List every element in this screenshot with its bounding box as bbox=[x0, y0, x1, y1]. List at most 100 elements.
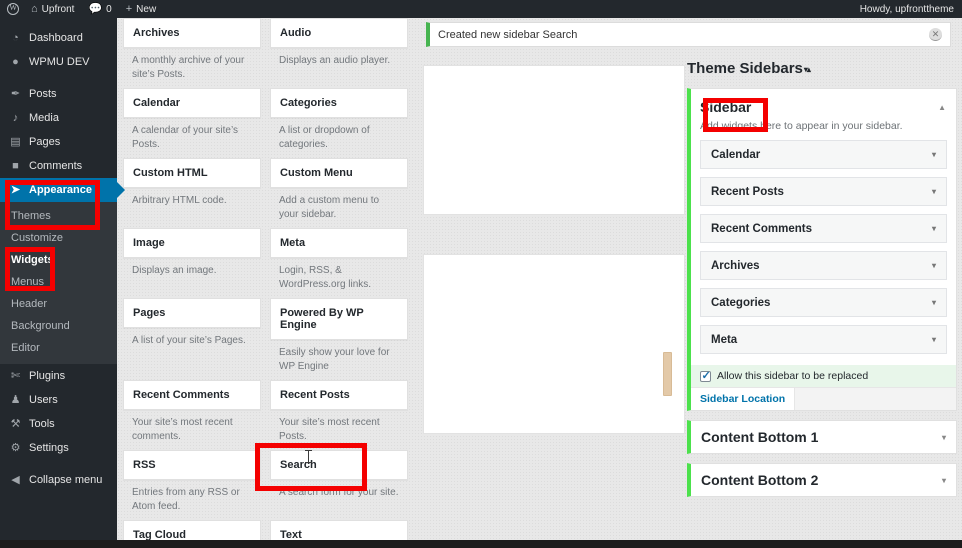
media-icon: ♪ bbox=[12, 111, 19, 124]
chevron-down-icon[interactable]: ▾ bbox=[932, 187, 936, 196]
allow-replace-checkbox[interactable] bbox=[700, 369, 711, 382]
sidebar-item-label: Plugins bbox=[29, 370, 66, 382]
admin-sidebar-menu: ◔ Dashboard ● WPMU DEV ✒ Posts ♪ Media ▤ Pages ■ Co… bbox=[0, 18, 125, 548]
sidebar-item-wpmu-dev[interactable]: ● WPMU DEV bbox=[0, 50, 117, 74]
sidebar-item-tools[interactable]: ⚒ Tools bbox=[0, 412, 117, 436]
widget-card-recent-comments[interactable]: Recent Comments bbox=[123, 380, 261, 410]
site-name-button[interactable]: ⌂ Upfront bbox=[24, 0, 81, 18]
widget-description: Login, RSS, & WordPress.org links. bbox=[279, 265, 372, 290]
empty-panel-2 bbox=[423, 254, 685, 434]
new-content-button[interactable]: + New bbox=[119, 0, 163, 18]
comments-count: 0 bbox=[106, 3, 112, 15]
panel-scrollbar-thumb[interactable] bbox=[663, 352, 672, 396]
submenu-item-background[interactable]: Background bbox=[0, 315, 117, 337]
widget-description: A calendar of your site’s Posts. bbox=[132, 125, 238, 150]
available-widget: RSS Entries from any RSS or Atom feed. bbox=[123, 450, 261, 520]
comments-button[interactable]: 💬 0 bbox=[81, 0, 118, 18]
widget-card-meta[interactable]: Meta bbox=[270, 228, 408, 258]
assigned-widget-label: Archives bbox=[711, 259, 760, 272]
assigned-widget-meta[interactable]: Meta ▾ bbox=[700, 325, 947, 354]
available-widget: Image Displays an image. bbox=[123, 228, 261, 298]
sidebar-item-posts[interactable]: ✒ Posts bbox=[0, 82, 117, 106]
sidebar-panel-title: Content Bottom 2 bbox=[701, 472, 819, 488]
chevron-down-icon[interactable]: ▾ bbox=[932, 261, 936, 270]
sidebar-item-plugins[interactable]: ✄ Plugins bbox=[0, 364, 117, 388]
chevron-down-icon[interactable]: ▾ bbox=[942, 476, 946, 485]
admin-menu-primary: ◔ Dashboard ● WPMU DEV ✒ Posts ♪ Media ▤ Pages ■ Co… bbox=[0, 26, 125, 202]
widget-card-calendar[interactable]: Calendar bbox=[123, 88, 261, 118]
admin-notice: Created new sidebar Search ✕ bbox=[426, 22, 951, 47]
available-widget: Recent Comments Your site’s most recent c… bbox=[123, 380, 261, 450]
close-icon[interactable]: ✕ bbox=[929, 28, 942, 41]
widget-card-powered-by-wp-engine[interactable]: Powered By WP Engine bbox=[270, 298, 408, 340]
sidebar-item-label: Collapse menu bbox=[29, 474, 103, 486]
howdy-account-menu[interactable]: Howdy, upfronttheme bbox=[860, 4, 962, 15]
submenu-item-label: Widgets bbox=[11, 254, 54, 266]
settings-icon: ⚙ bbox=[10, 441, 21, 454]
sidebar-item-users[interactable]: ♟ Users bbox=[0, 388, 117, 412]
widget-card-archives[interactable]: Archives bbox=[123, 18, 261, 48]
caret-up-icon[interactable]: ▲ bbox=[938, 103, 946, 112]
submenu-item-widgets[interactable]: Widgets bbox=[0, 249, 117, 271]
theme-sidebars-section: Theme Sidebars ▾▴ Sidebar ▲ Add widgets … bbox=[687, 60, 957, 497]
assigned-widget-recent-posts[interactable]: Recent Posts ▾ bbox=[700, 177, 947, 206]
widget-description: Your site’s most recent Posts. bbox=[279, 417, 380, 442]
assigned-widget-label: Recent Comments bbox=[711, 222, 812, 235]
chevron-down-icon[interactable]: ▾ bbox=[932, 335, 936, 344]
tab-sidebar-location[interactable]: Sidebar Location bbox=[691, 388, 796, 410]
widget-card-image[interactable]: Image bbox=[123, 228, 261, 258]
menu-spacer bbox=[0, 74, 117, 82]
wrench-icon: ⚒ bbox=[10, 417, 21, 430]
sidebar-item-media[interactable]: ♪ Media bbox=[0, 106, 117, 130]
assigned-widget-label: Categories bbox=[711, 296, 771, 309]
sidebar-item-label: Comments bbox=[29, 160, 83, 172]
submenu-item-label: Background bbox=[11, 320, 70, 332]
available-widget: Pages A list of your site’s Pages. bbox=[123, 298, 261, 380]
submenu-item-menus[interactable]: Menus bbox=[0, 271, 117, 293]
notice-text: Created new sidebar Search bbox=[438, 28, 578, 41]
widget-description: Arbitrary HTML code. bbox=[132, 195, 227, 206]
assigned-widget-recent-comments[interactable]: Recent Comments ▾ bbox=[700, 214, 947, 243]
widget-card-rss[interactable]: RSS bbox=[123, 450, 261, 480]
widget-card-categories[interactable]: Categories bbox=[270, 88, 408, 118]
assigned-widget-archives[interactable]: Archives ▾ bbox=[700, 251, 947, 280]
chevron-down-icon[interactable]: ▾ bbox=[942, 433, 946, 442]
assigned-widget-calendar[interactable]: Calendar ▾ bbox=[700, 140, 947, 169]
assigned-widget-label: Meta bbox=[711, 333, 738, 346]
home-icon: ⌂ bbox=[31, 2, 38, 15]
widget-card-custom-html[interactable]: Custom HTML bbox=[123, 158, 261, 188]
sidebar-item-comments[interactable]: ■ Comments bbox=[0, 154, 117, 178]
chevron-down-icon[interactable]: ▾ bbox=[932, 150, 936, 159]
widget-card-pages[interactable]: Pages bbox=[123, 298, 261, 328]
submenu-item-themes[interactable]: Themes bbox=[0, 205, 117, 227]
submenu-item-header[interactable]: Header bbox=[0, 293, 117, 315]
widget-card-custom-menu[interactable]: Custom Menu bbox=[270, 158, 408, 188]
chevron-down-icon[interactable]: ▾ bbox=[932, 298, 936, 307]
assigned-widget-categories[interactable]: Categories ▾ bbox=[700, 288, 947, 317]
wp-logo-button[interactable] bbox=[0, 0, 24, 18]
submenu-item-customize[interactable]: Customize bbox=[0, 227, 117, 249]
sidebar-item-settings[interactable]: ⚙ Settings bbox=[0, 436, 117, 460]
sidebar-item-appearance[interactable]: ➤ Appearance bbox=[0, 178, 125, 202]
sidebar-item-pages[interactable]: ▤ Pages bbox=[0, 130, 117, 154]
sidebar-panel-content-bottom-2[interactable]: Content Bottom 2 ▾ bbox=[687, 463, 957, 497]
widget-card-search[interactable]: Search bbox=[270, 450, 408, 480]
allow-replace-row[interactable]: Allow this sidebar to be replaced bbox=[691, 365, 956, 387]
sidebar-item-dashboard[interactable]: ◔ Dashboard bbox=[0, 26, 117, 50]
available-widget: Search A search form for your site. bbox=[270, 450, 408, 520]
widget-description: A list or dropdown of categories. bbox=[279, 125, 370, 150]
widget-card-recent-posts[interactable]: Recent Posts bbox=[270, 380, 408, 410]
widget-card-audio[interactable]: Audio bbox=[270, 18, 408, 48]
sidebar-panel-title: Content Bottom 1 bbox=[701, 429, 819, 445]
sidebar-item-collapse-menu[interactable]: ◀ Collapse menu bbox=[0, 468, 117, 492]
widget-description: Entries from any RSS or Atom feed. bbox=[132, 487, 240, 512]
chevron-down-icon[interactable]: ▾ bbox=[932, 224, 936, 233]
submenu-item-label: Menus bbox=[11, 276, 45, 288]
sidebar-panel-content-bottom-1[interactable]: Content Bottom 1 ▾ bbox=[687, 420, 957, 454]
available-widget: Meta Login, RSS, & WordPress.org links. bbox=[270, 228, 408, 298]
submenu-item-editor[interactable]: Editor bbox=[0, 337, 117, 359]
sidebar-panel-title: Sidebar bbox=[700, 99, 752, 115]
sort-carets-icon[interactable]: ▾▴ bbox=[804, 65, 811, 74]
available-widget: Audio Displays an audio player. bbox=[270, 18, 408, 88]
widget-description: A list of your site’s Pages. bbox=[132, 335, 246, 346]
